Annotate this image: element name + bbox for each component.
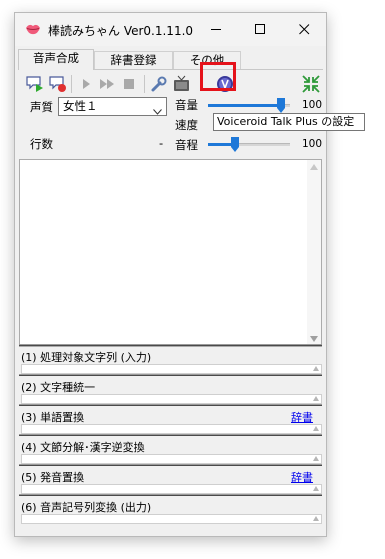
tv-icon [174, 75, 189, 91]
stop-reading-button[interactable] [48, 74, 68, 94]
skip-button[interactable] [97, 74, 117, 94]
scroll-up-icon [313, 456, 319, 461]
line-count-label: 行数 [30, 137, 53, 151]
stage-divider [19, 344, 322, 346]
stop-button[interactable] [119, 74, 139, 94]
minimize-button[interactable] [194, 13, 238, 45]
stage-divider [19, 434, 322, 436]
play-button[interactable] [76, 74, 96, 94]
pitch-slider-thumb[interactable] [231, 137, 239, 152]
text-area-scrollbar[interactable] [307, 160, 321, 346]
stage-6-output [21, 514, 322, 524]
read-clipboard-button[interactable] [25, 74, 45, 94]
tooltip: Voiceroid Talk Plus の設定 [213, 113, 365, 131]
scroll-down-icon [310, 336, 318, 342]
stage-3-output [21, 424, 322, 434]
stage-6-title: (6) 音声記号列変換 (出力) [21, 501, 152, 514]
settings-button[interactable] [149, 74, 169, 94]
stage-divider [19, 404, 322, 406]
stage-4-title: (4) 文節分解･漢字逆変換 [21, 441, 145, 454]
stage-divider [19, 494, 322, 496]
pitch-slider[interactable] [208, 137, 290, 152]
app-window: 棒読みちゃん Ver0.1.11.0 B... 音声合成 辞書登録 その他 [14, 12, 327, 537]
stage-3-title: (3) 単語置換 [21, 411, 85, 424]
stage-2-output [21, 394, 322, 404]
scroll-up-icon [313, 516, 319, 521]
highlight-annotation [200, 62, 236, 91]
volume-slider-thumb[interactable] [277, 98, 285, 113]
stop-icon [124, 79, 134, 89]
close-button[interactable] [282, 13, 326, 45]
toolbar-separator [71, 75, 72, 93]
line-count-value: - [159, 136, 164, 150]
scroll-up-icon [313, 396, 319, 401]
stage-5-title: (5) 発音置換 [21, 471, 85, 484]
pitch-value: 100 [301, 138, 322, 150]
tab-speech-synthesis[interactable]: 音声合成 [18, 49, 94, 70]
shrink-button[interactable] [301, 74, 321, 94]
stage-5-dictionary-link[interactable]: 辞書 [291, 469, 313, 485]
title-bar: 棒読みちゃん Ver0.1.11.0 B... [15, 13, 326, 46]
speed-label: 速度 [175, 118, 198, 132]
volume-value: 100 [301, 99, 322, 111]
voice-select-value: 女性１ [63, 99, 98, 113]
scroll-up-icon [313, 486, 319, 491]
shrink-arrows-icon [302, 75, 320, 93]
fast-forward-icon [100, 79, 114, 89]
scroll-up-icon [313, 426, 319, 431]
voice-select[interactable]: 女性１ [58, 97, 167, 116]
stage-divider [19, 464, 322, 466]
scroll-up-icon [310, 164, 318, 170]
wrench-icon [151, 76, 167, 92]
monitor-button[interactable] [172, 74, 192, 94]
maximize-button[interactable] [238, 13, 282, 45]
tab-strip: 音声合成 辞書登録 その他 [18, 49, 323, 70]
volume-slider[interactable] [208, 98, 290, 113]
tab-dictionary[interactable]: 辞書登録 [94, 51, 173, 69]
play-icon [83, 79, 90, 89]
scroll-up-icon [313, 366, 319, 371]
stage-divider [19, 374, 322, 376]
speech-stop-icon [49, 76, 66, 92]
lips-icon [25, 22, 41, 36]
voice-label: 声質 [30, 100, 53, 114]
chevron-down-icon [153, 103, 162, 120]
window-title: 棒読みちゃん Ver0.1.11.0 B... [48, 24, 198, 38]
toolbar-separator [144, 75, 145, 93]
volume-label: 音量 [175, 98, 198, 112]
stage-3-dictionary-link[interactable]: 辞書 [291, 409, 313, 425]
stage-1-output [21, 364, 322, 374]
stage-5-output [21, 484, 322, 494]
stage-4-output [21, 454, 322, 464]
stage-2-title: (2) 文字種統一 [21, 381, 96, 394]
speech-play-icon [26, 76, 43, 92]
pitch-label: 音程 [175, 138, 198, 152]
text-input-area[interactable] [19, 159, 322, 347]
toolbar [19, 71, 324, 97]
stage-1-title: (1) 処理対象文字列 (入力) [21, 351, 152, 364]
